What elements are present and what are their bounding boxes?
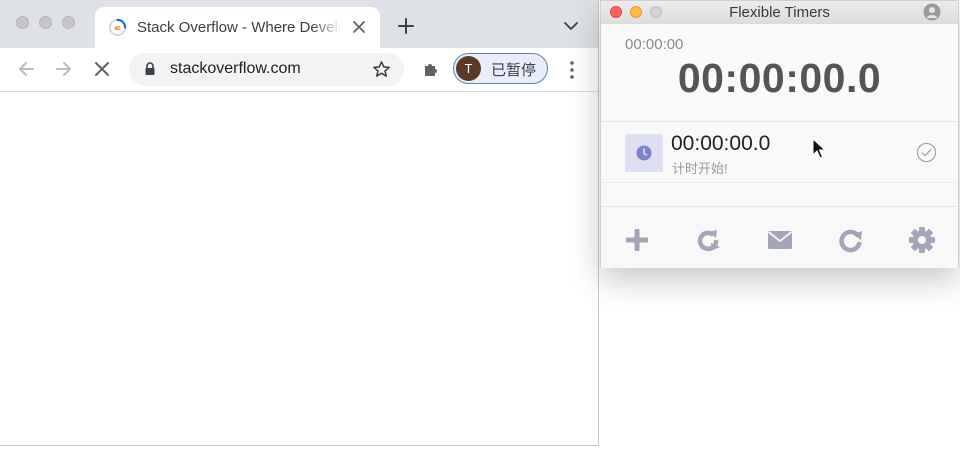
- close-icon[interactable]: [352, 20, 366, 34]
- main-timer-display: 00:00:00.0: [677, 55, 882, 101]
- app-title: Flexible Timers: [729, 4, 830, 21]
- restart-icon[interactable]: [694, 226, 722, 254]
- add-icon[interactable]: [623, 226, 651, 254]
- title-bar: Flexible Timers: [601, 1, 958, 25]
- timer-app-window: Flexible Timers 00:00:00 00:00:00.0 00:0…: [600, 0, 959, 268]
- browser-window: Stack Overflow - Where Developers Learn,…: [0, 0, 599, 446]
- settings-icon[interactable]: [908, 226, 936, 254]
- profile-status-label: 已暂停: [491, 62, 537, 79]
- stop-loading-icon[interactable]: [92, 59, 112, 79]
- address-bar[interactable]: stackoverflow.com: [129, 53, 404, 86]
- avatar: T: [456, 56, 481, 81]
- timer-row-label: 计时开始!: [672, 161, 728, 176]
- clock-icon: [636, 145, 652, 161]
- tab-title: Stack Overflow - Where Developers Learn,…: [137, 19, 342, 36]
- lock-icon[interactable]: [144, 62, 156, 76]
- tab-strip: Stack Overflow - Where Developers Learn,…: [0, 0, 598, 48]
- browser-tab-active[interactable]: Stack Overflow - Where Developers Learn,…: [95, 7, 380, 48]
- profile-button[interactable]: T 已暂停: [453, 53, 548, 84]
- back-arrow-icon[interactable]: [16, 59, 36, 79]
- refresh-icon[interactable]: [837, 226, 865, 254]
- zoom-window-button[interactable]: [62, 16, 75, 29]
- timer-type-button[interactable]: [625, 134, 663, 172]
- new-tab-plus-icon[interactable]: [397, 17, 415, 35]
- forward-arrow-icon[interactable]: [54, 59, 74, 79]
- timer-row-time: 00:00:00.0: [671, 132, 771, 155]
- mouse-pointer-icon: [812, 138, 826, 159]
- close-window-button[interactable]: [16, 16, 29, 29]
- more-menu-icon[interactable]: [568, 60, 576, 80]
- mail-icon[interactable]: [766, 226, 794, 254]
- timer-summary: 00:00:00 00:00:00.0: [601, 24, 958, 122]
- address-url: stackoverflow.com: [170, 60, 301, 77]
- check-circle-icon[interactable]: [916, 142, 937, 163]
- list-item[interactable]: 00:00:00.0 计时开始!: [601, 122, 958, 183]
- user-account-icon[interactable]: [923, 3, 941, 21]
- chevron-down-icon[interactable]: [563, 20, 579, 32]
- total-elapsed-time: 00:00:00: [625, 36, 684, 53]
- loading-spinner-icon: [108, 18, 127, 37]
- timer-toolbar: [601, 206, 958, 268]
- minimize-window-button[interactable]: [39, 16, 52, 29]
- extensions-puzzle-icon[interactable]: [421, 59, 441, 79]
- browser-toolbar: stackoverflow.com T 已暂停: [0, 48, 598, 92]
- bookmark-star-icon[interactable]: [372, 60, 391, 79]
